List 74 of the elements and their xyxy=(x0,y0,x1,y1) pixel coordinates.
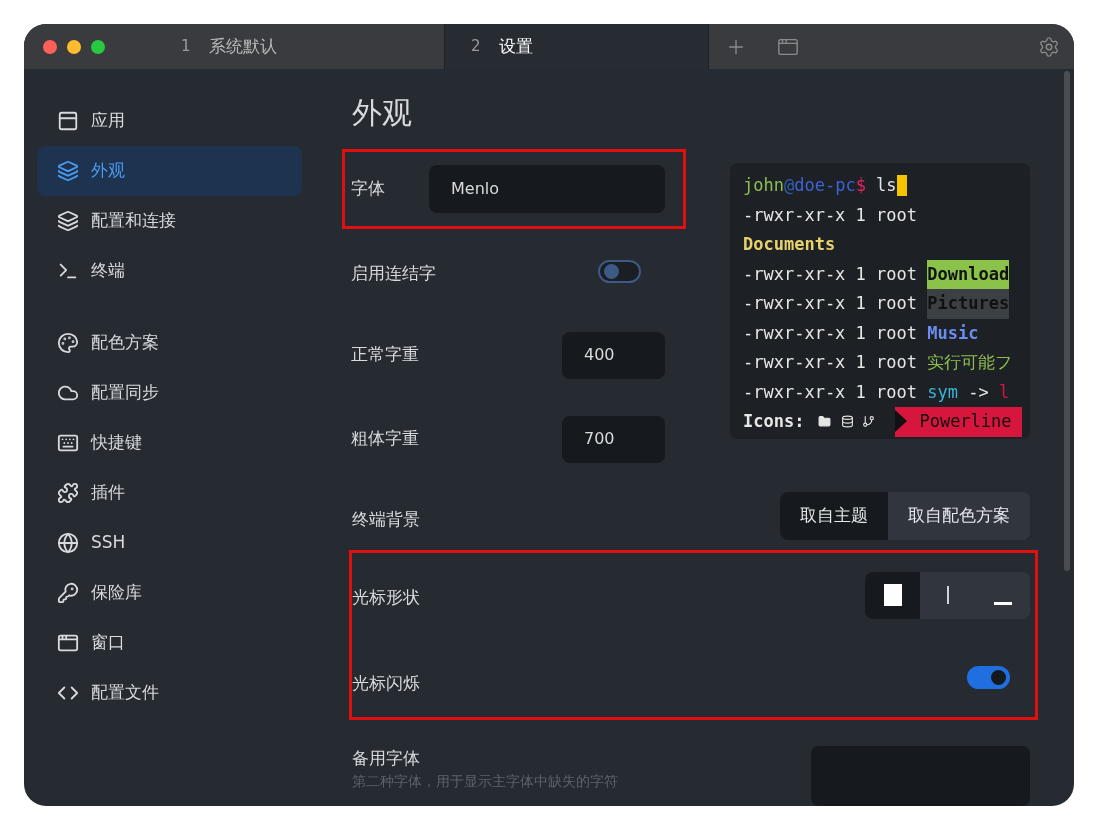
terminal-text: l xyxy=(998,380,1010,404)
folder-icon xyxy=(818,415,832,429)
field-label: 粗体字重 xyxy=(351,427,419,451)
terminal-text: Documents xyxy=(743,233,836,256)
branch-icon xyxy=(862,415,876,429)
field-label: 正常字重 xyxy=(351,343,419,367)
settings-icon[interactable] xyxy=(1038,35,1060,58)
terminal-text: -rwxr-xr-x 1 root xyxy=(743,262,918,286)
beam-cursor-icon xyxy=(946,586,949,604)
tab-number: 1 xyxy=(181,36,191,58)
sidebar-item[interactable]: 配置同步 xyxy=(37,368,302,418)
page-title: 外观 xyxy=(352,94,413,132)
globe-icon xyxy=(57,532,79,554)
field-label: 备用字体 xyxy=(352,747,421,770)
scrollbar[interactable] xyxy=(1064,71,1070,571)
key-icon xyxy=(57,582,79,604)
terminal-text: -rwxr-xr-x 1 root xyxy=(743,292,918,315)
number-input-field[interactable]: 400 xyxy=(562,331,665,379)
window-icon xyxy=(57,632,79,654)
sidebar-item[interactable]: 外观 xyxy=(37,146,302,196)
sidebar-item[interactable]: 配置和连接 xyxy=(37,196,302,246)
terminal-text: 实行可能フ xyxy=(927,351,1013,374)
terminal-text: Music xyxy=(927,321,979,345)
number-input-field[interactable]: 700 xyxy=(562,415,665,463)
terminal-text: $ xyxy=(855,174,866,197)
sidebar-item[interactable]: SSH xyxy=(37,518,302,568)
terminal-text: doe-pc xyxy=(794,174,856,197)
maximize-window-icon[interactable] xyxy=(91,39,105,54)
sidebar-item[interactable]: 配色方案 xyxy=(37,318,302,368)
terminal-text: -rwxr-xr-x 1 root xyxy=(743,321,918,345)
sidebar-item[interactable]: 配置文件 xyxy=(37,668,302,718)
app-window-icon xyxy=(57,110,79,132)
keyboard-icon xyxy=(57,432,79,454)
block-cursor-icon xyxy=(883,584,902,606)
cursor-shape-option[interactable] xyxy=(865,571,920,619)
terminal-text: -> xyxy=(967,380,990,404)
terminal-text: Icons: xyxy=(743,410,805,433)
sidebar-item[interactable]: 窗口 xyxy=(37,618,302,668)
puzzle-icon xyxy=(57,482,79,504)
terminal-text: -rwxr-xr-x 1 root xyxy=(743,203,917,227)
terminal-text: ls xyxy=(875,174,897,197)
field-label: 光标形状 xyxy=(352,586,420,610)
field-label: 启用连结字 xyxy=(351,262,436,286)
terminal-text: -rwxr-xr-x 1 root xyxy=(743,351,918,374)
sidebar-item[interactable]: 插件 xyxy=(37,468,302,518)
close-window-icon[interactable] xyxy=(43,39,57,54)
field-label: 字体 xyxy=(351,177,386,201)
field-label: 终端背景 xyxy=(352,507,420,531)
tab-number: 2 xyxy=(471,36,481,58)
field-label: 光标闪烁 xyxy=(352,672,420,696)
fallback-font-input-field[interactable] xyxy=(811,746,1030,806)
layers-icon xyxy=(57,160,79,182)
tab[interactable]: 2 设置 xyxy=(445,24,709,69)
terminal-text: sym xyxy=(927,380,958,404)
sidebar-item[interactable]: 应用 xyxy=(37,96,302,146)
terminal-cursor xyxy=(896,175,907,197)
terminal-text: -rwxr-xr-x 1 root xyxy=(743,380,918,404)
toggle-switch[interactable] xyxy=(598,259,641,283)
tab-label: 系统默认 xyxy=(208,34,277,58)
toggle-switch[interactable] xyxy=(967,665,1010,689)
sidebar-item[interactable]: 保险库 xyxy=(37,568,302,618)
terminal-text: @ xyxy=(783,174,795,197)
minimize-window-icon[interactable] xyxy=(67,39,81,54)
sidebar-item[interactable]: 终端 xyxy=(37,246,302,296)
underline-cursor-icon xyxy=(993,601,1012,605)
palette-icon xyxy=(57,332,79,354)
terminal-text: john xyxy=(743,174,784,197)
font-input-field[interactable]: Menlo xyxy=(429,165,665,213)
terminal-text: Download xyxy=(927,259,1010,289)
sidebar-item[interactable]: 快捷键 xyxy=(37,418,302,468)
powerline-segment: Powerline xyxy=(895,407,1022,437)
database-icon xyxy=(841,415,855,429)
tab-label: 设置 xyxy=(498,34,533,58)
segment-option[interactable]: 取自主题 xyxy=(780,491,888,540)
